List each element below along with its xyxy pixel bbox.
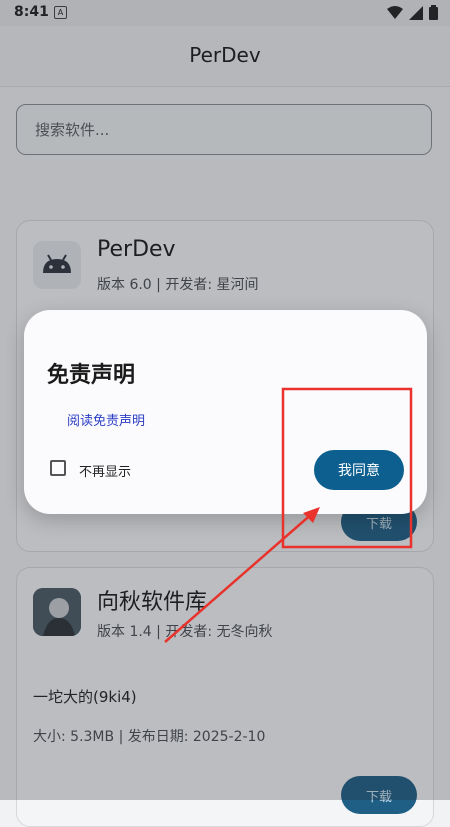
annotation-arrow	[164, 511, 315, 643]
annotation-overlay	[164, 387, 413, 643]
